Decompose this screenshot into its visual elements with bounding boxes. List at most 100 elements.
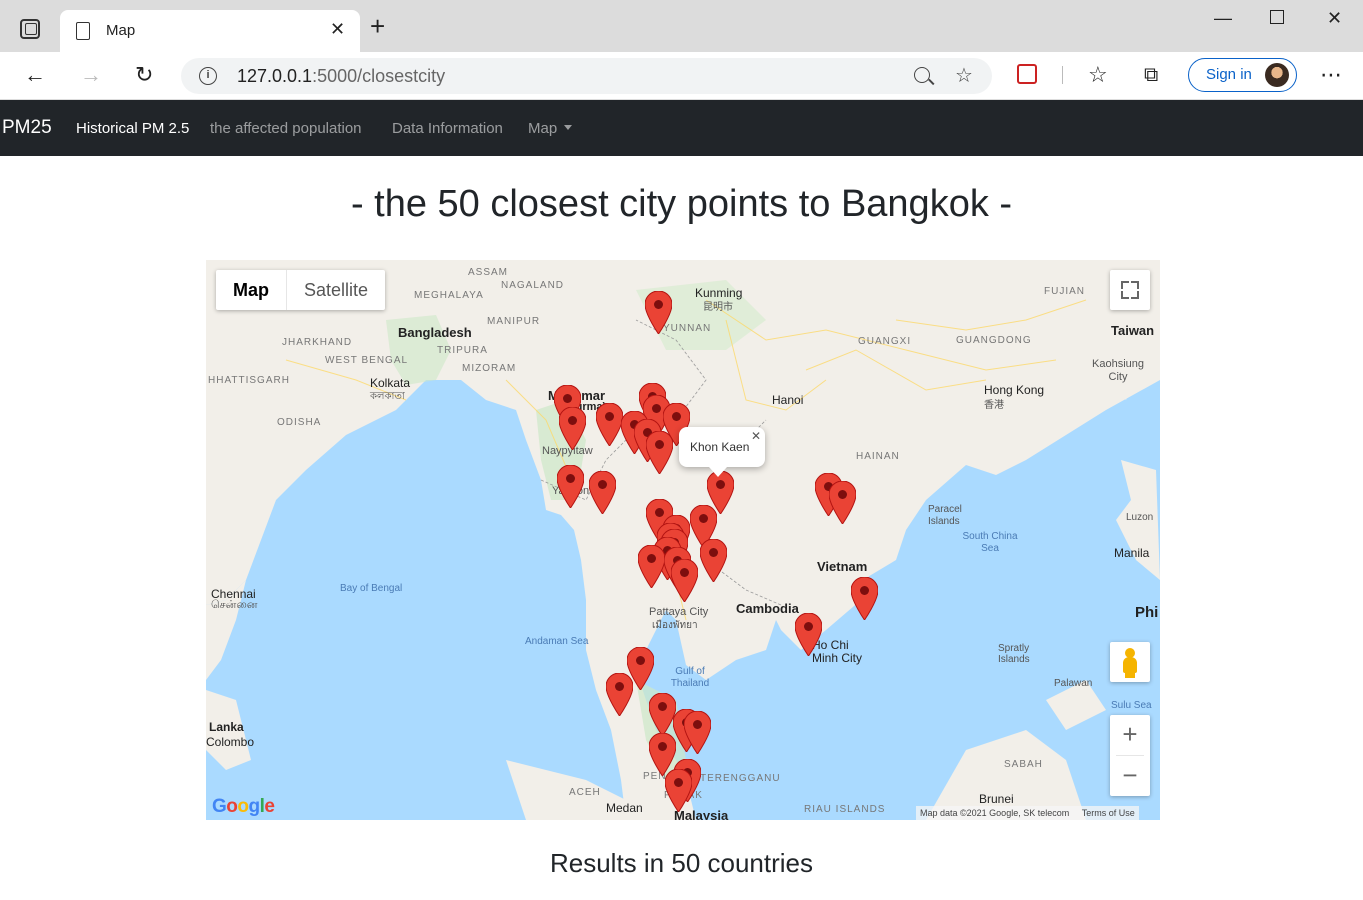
sign-in-button[interactable]: Sign in: [1188, 58, 1297, 92]
fullscreen-icon: [1121, 291, 1129, 299]
map-marker[interactable]: [683, 711, 711, 754]
url-text[interactable]: 127.0.0.1:5000/closestcity: [237, 66, 445, 87]
map-marker[interactable]: [644, 291, 672, 334]
map-label: GUANGXI: [858, 336, 912, 347]
nav-affected-population[interactable]: the affected population: [210, 120, 362, 137]
favorites-icon[interactable]: ☆: [1088, 62, 1108, 88]
map-label: ASSAM: [468, 267, 509, 278]
map-type-satellite-button[interactable]: Satellite: [287, 270, 385, 310]
more-menu-icon[interactable]: ⋯: [1320, 62, 1342, 88]
map-label: Paracel Islands: [928, 504, 962, 527]
map-marker[interactable]: [648, 693, 676, 736]
maximize-icon[interactable]: [1270, 10, 1284, 24]
browser-tab-bar: Map ✕ + — ✕: [0, 0, 1363, 52]
nav-historical-pm25[interactable]: Historical PM 2.5: [76, 120, 189, 137]
map-label: เมืองพัทยา: [652, 620, 698, 631]
forward-icon[interactable]: →: [80, 62, 102, 88]
site-navbar: PM25 Historical PM 2.5 the affected popu…: [0, 100, 1363, 156]
street-view-pegman[interactable]: [1110, 642, 1150, 682]
close-tab-icon[interactable]: ✕: [330, 19, 345, 40]
map-label: Palawan: [1054, 678, 1093, 689]
nav-map-dropdown[interactable]: Map: [528, 120, 573, 137]
map-marker[interactable]: [699, 539, 727, 582]
add-favorite-icon[interactable]: ☆: [955, 63, 973, 88]
map-label: Spratly Islands: [998, 643, 1030, 665]
map-label: Pattaya City: [649, 606, 709, 618]
map-label: Medan: [606, 801, 643, 815]
map-marker[interactable]: [595, 403, 623, 446]
site-info-icon[interactable]: i: [199, 67, 217, 85]
reload-icon[interactable]: ↻: [135, 62, 153, 88]
new-tab-icon[interactable]: +: [370, 13, 385, 39]
map-label: Cambodia: [736, 601, 799, 616]
google-logo: Google: [212, 796, 275, 817]
map-canvas[interactable]: ASSAM NAGALAND MEGHALAYA MANIPUR Banglad…: [206, 260, 1160, 820]
zoom-icon[interactable]: [914, 67, 930, 83]
map-marker[interactable]: [556, 465, 584, 508]
map-label: WEST BENGAL: [325, 355, 409, 366]
nav-data-information[interactable]: Data Information: [392, 120, 503, 137]
map-label: ODISHA: [277, 417, 322, 428]
map-marker[interactable]: [637, 545, 665, 588]
page-icon: [76, 22, 90, 40]
map-label: Bangladesh: [398, 325, 472, 340]
avatar: [1265, 63, 1289, 87]
map-label: Kolkata: [370, 376, 411, 390]
zoom-in-button[interactable]: +: [1110, 715, 1150, 755]
map-label: HHATTISGARH: [208, 375, 290, 386]
attribution-text: Map data ©2021 Google, SK telecom: [920, 808, 1070, 818]
browser-tab[interactable]: Map ✕: [60, 10, 360, 52]
map-marker[interactable]: [605, 673, 633, 716]
terms-link[interactable]: Terms of Use: [1082, 808, 1135, 818]
map-label: Manila: [1114, 546, 1150, 560]
collections-icon[interactable]: ⧉: [1144, 62, 1158, 88]
map-marker[interactable]: [588, 471, 616, 514]
map-marker[interactable]: [828, 481, 856, 524]
results-summary: Results in 50 countries: [549, 848, 814, 878]
page-title: - the 50 closest city points to Bangkok …: [350, 183, 1013, 225]
fullscreen-icon: [1121, 281, 1129, 289]
map-label: Luzon: [1126, 512, 1154, 523]
map-label: TRIPURA: [437, 345, 488, 356]
map-label: Colombo: [206, 735, 255, 749]
navbar-brand[interactable]: PM25: [2, 117, 52, 139]
map-label: South China Sea: [962, 531, 1018, 554]
map-label: 香港: [984, 400, 1004, 411]
zoom-out-button[interactable]: −: [1110, 756, 1150, 796]
address-bar[interactable]: i 127.0.0.1:5000/closestcity ☆: [181, 58, 992, 94]
sign-in-label: Sign in: [1206, 66, 1252, 83]
map-type-map-button[interactable]: Map: [216, 270, 287, 310]
map-label: NAGALAND: [501, 280, 565, 291]
map-label: Bay of Bengal: [340, 583, 403, 594]
map-type-control: Map Satellite: [216, 270, 386, 310]
map-label: TERENGGANU: [700, 773, 781, 784]
map-label: Vietnam: [817, 559, 868, 574]
extension-icon[interactable]: [1017, 64, 1037, 84]
tab-actions-icon[interactable]: [20, 19, 40, 39]
map-marker[interactable]: [670, 559, 698, 602]
map-label: Hanoi: [772, 393, 804, 407]
map-label: Andaman Sea: [525, 636, 589, 647]
map-label: Phi: [1135, 604, 1159, 621]
map-marker[interactable]: [558, 407, 586, 450]
info-window-title: Khon Kaen: [690, 440, 750, 454]
map-label: Gulf of Thailand: [670, 666, 710, 689]
map-label: SABAH: [1004, 759, 1043, 770]
map-label: Brunei: [979, 792, 1014, 806]
map-label: GUANGDONG: [956, 335, 1032, 346]
fullscreen-button[interactable]: [1110, 270, 1150, 310]
close-icon[interactable]: ✕: [751, 429, 761, 443]
map-label: Hong Kong: [984, 383, 1045, 397]
minimize-icon[interactable]: —: [1214, 8, 1232, 29]
back-icon[interactable]: ←: [24, 62, 46, 88]
map-label: ACEH: [569, 787, 601, 798]
map-marker[interactable]: [850, 577, 878, 620]
map-marker[interactable]: [645, 431, 673, 474]
map-marker[interactable]: [794, 613, 822, 656]
close-window-icon[interactable]: ✕: [1327, 8, 1342, 29]
zoom-control: + −: [1110, 715, 1150, 796]
map-label: 昆明市: [703, 302, 733, 313]
map-label: சென்னை: [211, 599, 258, 611]
map-label: MIZORAM: [462, 363, 517, 374]
map-marker[interactable]: [664, 769, 692, 812]
